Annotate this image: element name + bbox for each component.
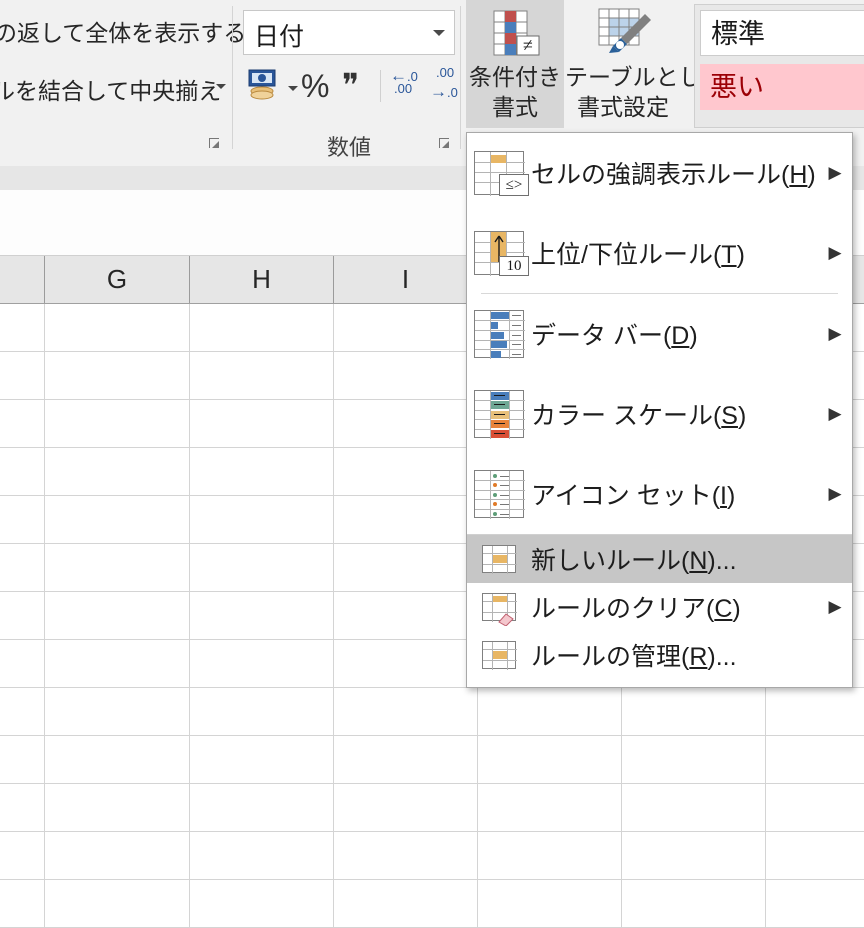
alignment-group: の返して全体を表示する ルを結合して中央揃え	[0, 0, 246, 148]
grid-hline	[0, 735, 864, 736]
submenu-arrow-icon: ▶	[828, 324, 842, 343]
clear-rules-icon	[467, 593, 531, 626]
color-scale-icon	[467, 390, 531, 439]
decrease-decimal-bottom: .0	[447, 85, 458, 100]
menu-item-highlight-cells-rules[interactable]: ≤> セルの強調表示ルール(H) ▶	[467, 133, 852, 213]
menu-item-color-scales[interactable]: カラー スケール(S) ▶	[467, 374, 852, 454]
number-format-value: 日付	[254, 23, 305, 51]
number-group-title: 数値	[326, 135, 371, 160]
cf-label-line1: 条件付き	[469, 64, 561, 90]
icon-set-icon	[467, 470, 531, 519]
conditional-formatting-icon: ≠	[490, 8, 542, 60]
merge-and-center-caret-icon[interactable]	[216, 84, 226, 89]
number-mini-divider	[380, 70, 381, 102]
data-bar-icon	[467, 310, 531, 359]
percent-style-button[interactable]: %	[301, 68, 329, 105]
menu-item-icon-sets[interactable]: アイコン セット(I) ▶	[467, 454, 852, 534]
alignment-dialog-launcher-icon[interactable]	[207, 136, 223, 152]
menu-item-manage-rules[interactable]: ルールの管理(R)...	[467, 631, 852, 679]
cell-styles-gallery[interactable]: 標準 悪い	[694, 4, 864, 128]
menu-item-new-rule[interactable]: 新しいルール(N)...	[467, 535, 852, 583]
number-group: 日付 % ❞ ←.0 .00 .00 →.0 数値	[238, 0, 460, 160]
wrap-text-button[interactable]: の返して全体を表示する	[0, 14, 246, 48]
submenu-arrow-icon: ▶	[828, 597, 842, 616]
submenu-arrow-icon: ▶	[828, 404, 842, 423]
grid-hline	[0, 783, 864, 784]
grid-vline	[333, 304, 334, 928]
chevron-down-icon[interactable]	[433, 30, 445, 36]
decrease-decimal-top: .00	[436, 65, 455, 80]
menu-label-new-rule: 新しいルール(N)...	[531, 547, 737, 575]
submenu-arrow-icon: ▶	[828, 163, 842, 182]
accounting-format-caret-icon[interactable]	[288, 86, 298, 91]
menu-label-data-bars: データ バー(D)	[531, 322, 698, 350]
column-header-I[interactable]: I	[334, 256, 478, 303]
grid-vline	[189, 304, 190, 928]
menu-item-top-bottom-rules[interactable]: 10 上位/下位ルール(T) ▶	[467, 213, 852, 293]
increase-decimal-bottom: .00	[394, 81, 413, 96]
column-header-G[interactable]: G	[45, 256, 190, 303]
format-as-table-icon	[597, 6, 653, 58]
column-header-H[interactable]: H	[190, 256, 334, 303]
conditional-formatting-button[interactable]: ≠ 条件付き 書式▾	[466, 0, 564, 149]
menu-label-highlight-cells-rules: セルの強調表示ルール(H)	[531, 161, 816, 189]
menu-label-clear-rules: ルールのクリア(C)	[531, 595, 741, 623]
top-bottom-icon: 10	[467, 231, 531, 276]
cell-style-bad[interactable]: 悪い	[700, 64, 864, 110]
number-dialog-launcher-icon[interactable]	[437, 136, 453, 152]
menu-label-manage-rules: ルールの管理(R)...	[531, 643, 737, 671]
cell-style-normal[interactable]: 標準	[700, 10, 864, 56]
styles-group: ≠ 条件付き 書式▾	[466, 0, 864, 149]
menu-label-top-bottom-rules: 上位/下位ルール(T)	[531, 241, 745, 269]
menu-item-data-bars[interactable]: データ バー(D) ▶	[467, 294, 852, 374]
grid-hline	[0, 879, 864, 880]
decrease-decimal-button[interactable]: .00 →.0	[430, 65, 470, 104]
menu-label-color-scales: カラー スケール(S)	[531, 402, 747, 430]
format-as-table-button[interactable]: テーブルとして 書式設定▾	[565, 0, 724, 149]
menu-item-clear-rules[interactable]: ルールのクリア(C) ▶	[467, 583, 852, 631]
manage-rules-icon	[467, 641, 531, 670]
submenu-arrow-icon: ▶	[828, 243, 842, 262]
comma-style-button[interactable]: ❞	[342, 66, 359, 104]
grid-vline	[44, 304, 45, 928]
select-all-corner[interactable]	[0, 256, 45, 303]
menu-label-icon-sets: アイコン セット(I)	[531, 482, 736, 510]
grid-hline	[0, 831, 864, 832]
accounting-number-format-icon[interactable]	[246, 68, 282, 100]
tf-label-line1: テーブルとして	[565, 64, 724, 90]
merge-and-center-button[interactable]: ルを結合して中央揃え	[0, 72, 221, 106]
group-divider-2	[460, 6, 461, 149]
number-format-combo[interactable]: 日付	[243, 10, 455, 55]
highlight-cells-icon: ≤>	[467, 151, 531, 196]
group-divider-1	[232, 6, 233, 149]
increase-decimal-button[interactable]: ←.0 .00	[390, 66, 430, 104]
conditional-formatting-menu[interactable]: ≤> セルの強調表示ルール(H) ▶ 10 上位/下位ルール(T) ▶ データ …	[466, 132, 853, 688]
svg-text:≠: ≠	[523, 35, 533, 55]
submenu-arrow-icon: ▶	[828, 484, 842, 503]
new-rule-icon	[467, 545, 531, 574]
